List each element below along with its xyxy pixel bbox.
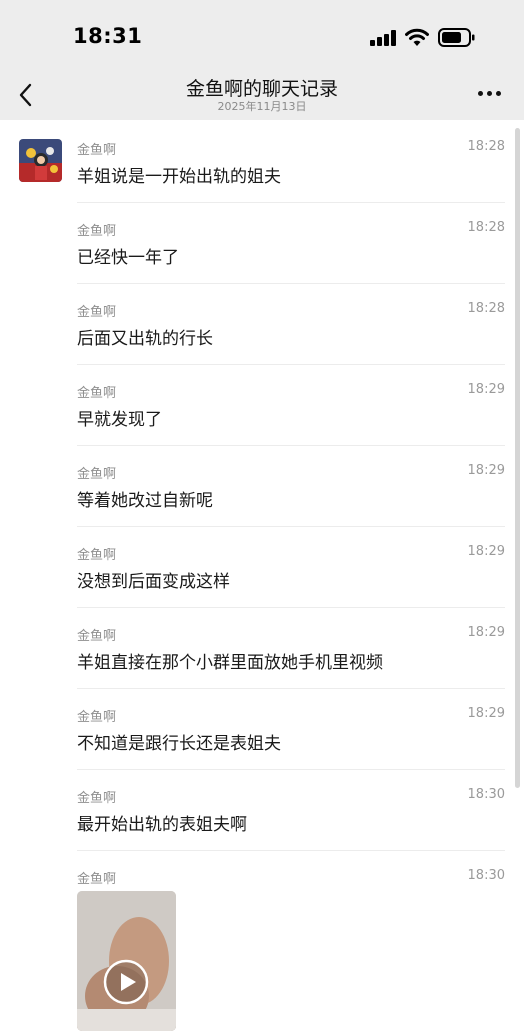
- message-time: 18:29: [467, 463, 505, 478]
- status-bar: 18:31: [0, 0, 524, 70]
- chat-message[interactable]: 金鱼啊 18:29 不知道是跟行长还是表姐夫: [77, 689, 505, 770]
- message-time: 18:29: [467, 544, 505, 559]
- message-text: 不知道是跟行长还是表姐夫: [77, 734, 281, 754]
- message-sender: 金鱼啊: [77, 386, 117, 401]
- chat-message-video[interactable]: 金鱼啊 18:30: [77, 851, 505, 1031]
- page-title: 金鱼啊的聊天记录: [185, 78, 338, 100]
- video-thumbnail[interactable]: [77, 891, 176, 1031]
- wifi-icon: [405, 28, 429, 46]
- message-time: 18:29: [467, 382, 505, 397]
- header-area: 18:31 金鱼啊的聊天记录 2025年11月13日: [0, 0, 524, 120]
- message-time: 18:28: [467, 139, 505, 154]
- message-time: 18:29: [467, 706, 505, 721]
- message-sender: 金鱼啊: [77, 224, 117, 239]
- message-text: 早就发现了: [77, 410, 162, 430]
- chat-message[interactable]: 金鱼啊 18:30 最开始出轨的表姐夫啊: [77, 770, 505, 851]
- chat-history-list[interactable]: 金鱼啊 18:28 羊姐说是一开始出轨的姐夫 金鱼啊 18:28 已经快一年了 …: [0, 120, 524, 1031]
- message-sender: 金鱼啊: [77, 548, 117, 563]
- message-sender: 金鱼啊: [77, 791, 117, 806]
- message-text: 没想到后面变成这样: [77, 572, 230, 592]
- nav-bar: 金鱼啊的聊天记录 2025年11月13日: [0, 68, 524, 120]
- cellular-signal-icon: [370, 30, 398, 46]
- chat-message[interactable]: 金鱼啊 18:29 等着她改过自新呢: [77, 446, 505, 527]
- chat-message[interactable]: 金鱼啊 18:28 已经快一年了: [77, 203, 505, 284]
- avatar-image: [19, 139, 62, 182]
- chat-message[interactable]: 金鱼啊 18:28 羊姐说是一开始出轨的姐夫: [77, 122, 505, 203]
- chat-message[interactable]: 金鱼啊 18:28 后面又出轨的行长: [77, 284, 505, 365]
- message-text: 已经快一年了: [77, 248, 179, 268]
- more-options-icon[interactable]: [476, 88, 504, 98]
- message-time: 18:30: [467, 787, 505, 802]
- message-text: 最开始出轨的表姐夫啊: [77, 815, 247, 835]
- scrollbar[interactable]: [515, 128, 520, 788]
- message-sender: 金鱼啊: [77, 872, 117, 887]
- status-time: 18:31: [73, 24, 143, 48]
- message-time: 18:30: [467, 868, 505, 883]
- battery-icon: [438, 28, 475, 47]
- message-text: 羊姐直接在那个小群里面放她手机里视频: [77, 653, 383, 673]
- play-icon[interactable]: [103, 959, 149, 1005]
- message-time: 18:28: [467, 220, 505, 235]
- sender-avatar[interactable]: [19, 139, 62, 182]
- message-text: 后面又出轨的行长: [77, 329, 213, 349]
- message-text: 羊姐说是一开始出轨的姐夫: [77, 167, 281, 187]
- message-sender: 金鱼啊: [77, 305, 117, 320]
- chat-message[interactable]: 金鱼啊 18:29 早就发现了: [77, 365, 505, 446]
- message-sender: 金鱼啊: [77, 710, 117, 725]
- page-subtitle-date: 2025年11月13日: [217, 100, 307, 113]
- message-sender: 金鱼啊: [77, 467, 117, 482]
- chat-message[interactable]: 金鱼啊 18:29 羊姐直接在那个小群里面放她手机里视频: [77, 608, 505, 689]
- message-text: 等着她改过自新呢: [77, 491, 213, 511]
- message-time: 18:28: [467, 301, 505, 316]
- message-sender: 金鱼啊: [77, 629, 117, 644]
- message-time: 18:29: [467, 625, 505, 640]
- message-sender: 金鱼啊: [77, 143, 117, 158]
- chat-message[interactable]: 金鱼啊 18:29 没想到后面变成这样: [77, 527, 505, 608]
